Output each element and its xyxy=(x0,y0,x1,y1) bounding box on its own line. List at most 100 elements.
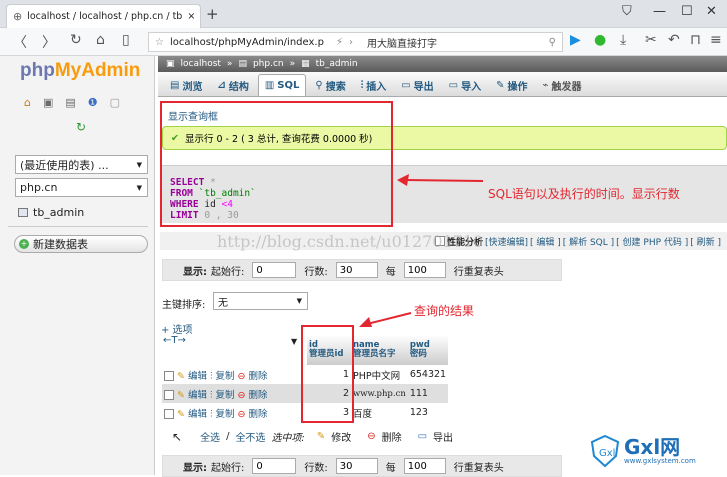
tab-triggers[interactable]: ⌁ 触发器 xyxy=(537,74,588,96)
column-header-name[interactable]: name 管理员名字 xyxy=(351,335,408,365)
sort-select[interactable]: 无 ▼ xyxy=(213,292,308,310)
chevron-down-icon: ▼ xyxy=(136,160,142,169)
maximize-button[interactable]: ☐ xyxy=(681,4,693,19)
row-checkbox[interactable] xyxy=(164,409,174,419)
database-select[interactable]: php.cn ▼ xyxy=(15,178,148,197)
table-icon: ▦ xyxy=(301,59,310,69)
sidebar-table-item[interactable]: tb_admin xyxy=(18,206,84,219)
start-row-input[interactable] xyxy=(252,262,297,278)
breadcrumb-table[interactable]: tb_admin xyxy=(316,59,358,69)
create-php-link[interactable]: [ 创建 PHP 代码 ] xyxy=(616,235,688,248)
explain-sql-link[interactable]: [ 解析 SQL ] xyxy=(563,235,614,248)
edit-link[interactable]: [ 编辑 ] xyxy=(530,235,561,248)
close-window-button[interactable]: ✕ xyxy=(706,4,717,19)
wrench-icon: ✎ xyxy=(496,79,505,91)
cell-name[interactable]: www.php.cn xyxy=(351,384,408,403)
row-checkbox[interactable] xyxy=(164,371,174,381)
scissors-icon[interactable]: ✂ xyxy=(645,32,657,48)
new-tab-button[interactable]: + xyxy=(206,5,219,23)
tab-insert[interactable]: ⫶ 插入 xyxy=(355,74,393,96)
tab-search[interactable]: ⚲ 搜索 xyxy=(309,74,351,96)
cell-name[interactable]: 百度 xyxy=(351,403,408,422)
home-icon[interactable]: ⌂ xyxy=(96,32,105,48)
back-icon[interactable]: 〈 xyxy=(13,32,27,52)
undo-icon[interactable]: ↶ xyxy=(668,32,680,48)
url-extra: 用大脑直接打字 xyxy=(366,38,437,50)
repeat-header-input[interactable] xyxy=(403,458,446,474)
copy-icon: ⫶ xyxy=(210,389,213,401)
menu-icon[interactable]: ≡ xyxy=(710,32,722,48)
row-actions: ✎ 编辑 ⫶ 复制 ⊖ 删除 xyxy=(162,365,307,384)
copy-row-link[interactable]: 复制 xyxy=(215,390,234,401)
reload-icon[interactable]: ↻ xyxy=(70,32,82,48)
tab-sql[interactable]: ▥ SQL xyxy=(257,74,307,96)
uncheck-all-link[interactable]: 全不选 xyxy=(235,429,265,444)
options-link[interactable]: + 选项 xyxy=(161,321,193,336)
delete-row-link[interactable]: 删除 xyxy=(249,409,268,420)
copy-row-link[interactable]: 复制 xyxy=(215,371,234,382)
search-icon[interactable]: ⚲ xyxy=(549,37,556,48)
tab-browse[interactable]: ▤ 浏览 xyxy=(164,74,208,96)
recent-tables-select[interactable]: (最近使用的表) ... ▼ xyxy=(15,155,148,174)
address-bar[interactable]: ☆ localhost/phpMyAdmin/index.p ⚡ › 用大脑直接… xyxy=(148,32,563,52)
browser-tab[interactable]: ⊕ localhost / localhost / php.cn / tb × xyxy=(6,4,201,28)
help-icon[interactable]: ❶ xyxy=(88,96,98,109)
cell-pwd[interactable]: 123 xyxy=(407,403,449,422)
column-header-pwd[interactable]: pwd 密码 xyxy=(407,335,449,365)
breadcrumb-database[interactable]: php.cn xyxy=(253,59,284,69)
tab-label: 导出 xyxy=(413,81,434,93)
row-checkbox[interactable] xyxy=(164,390,174,400)
exit-icon[interactable]: ▣ xyxy=(43,96,53,109)
download-icon[interactable]: ⤓ xyxy=(620,32,626,48)
annotation-box-result xyxy=(301,325,354,423)
copy-row-link[interactable]: 复制 xyxy=(215,409,234,420)
table-item-label: tb_admin xyxy=(33,206,85,219)
tab-import[interactable]: ▭ 导入 xyxy=(443,74,487,96)
play-icon[interactable]: ▶ xyxy=(570,32,581,48)
cell-pwd[interactable]: 111 xyxy=(407,384,449,403)
header-bottom: 管理员名字 xyxy=(353,349,396,359)
logo-php: php xyxy=(20,60,55,81)
home-icon[interactable]: ⌂ xyxy=(24,96,31,109)
bulk-delete-button[interactable]: 删除 xyxy=(382,429,402,444)
delete-row-link[interactable]: 删除 xyxy=(249,371,268,382)
rows-count-input[interactable] xyxy=(335,262,378,278)
structure-icon: ⊿ xyxy=(217,79,226,91)
rows-count-input[interactable] xyxy=(335,458,378,474)
tab-export[interactable]: ▭ 导出 xyxy=(395,74,439,96)
select-all-link[interactable]: 全选 xyxy=(200,429,220,444)
refresh-link[interactable]: [ 刷新 ] xyxy=(690,235,721,248)
bulk-edit-button[interactable]: 修改 xyxy=(331,429,351,444)
cell-name[interactable]: PHP中文网 xyxy=(351,365,408,384)
start-label: 起始行: xyxy=(211,266,245,278)
reload-nav-icon[interactable]: ↻ xyxy=(76,120,86,134)
reader-icon[interactable]: ▯ xyxy=(122,32,130,48)
edit-row-link[interactable]: 编辑 xyxy=(188,409,207,420)
star-icon[interactable]: ☆ xyxy=(155,37,164,48)
inline-edit-link[interactable]: [快速编辑] xyxy=(485,235,528,248)
sql-icon[interactable]: ▤ xyxy=(65,96,75,109)
logo-myadmin: MyAdmin xyxy=(54,60,141,81)
delete-icon: ⊖ xyxy=(237,370,246,382)
cell-pwd[interactable]: 654321 xyxy=(407,365,449,384)
tab-structure[interactable]: ⊿ 结构 xyxy=(211,74,254,96)
bulk-export-button[interactable]: 导出 xyxy=(433,429,453,444)
pma-logo[interactable]: phpMyAdmin xyxy=(20,60,140,82)
bag-icon[interactable]: ⊓ xyxy=(690,32,701,48)
db-select-value: php.cn xyxy=(20,181,58,194)
edit-row-link[interactable]: 编辑 xyxy=(188,371,207,382)
repeat-header-input[interactable] xyxy=(403,262,446,278)
forward-icon[interactable]: 〉 xyxy=(42,32,56,52)
delete-row-link[interactable]: 删除 xyxy=(249,390,268,401)
new-table-button[interactable]: + 新建数据表 xyxy=(14,235,148,253)
delete-icon: ⊖ xyxy=(237,389,246,401)
shirt-icon[interactable]: ⛉ xyxy=(622,4,632,19)
edit-row-link[interactable]: 编辑 xyxy=(188,390,207,401)
close-tab-icon[interactable]: × xyxy=(187,11,195,22)
start-row-input[interactable] xyxy=(252,458,297,474)
minimize-button[interactable]: — xyxy=(653,4,666,19)
chat-icon[interactable]: ● xyxy=(594,32,606,48)
breadcrumb-server[interactable]: localhost xyxy=(181,59,221,69)
docs-icon[interactable]: ▢ xyxy=(110,96,120,109)
tab-operations[interactable]: ✎ 操作 xyxy=(490,74,533,96)
